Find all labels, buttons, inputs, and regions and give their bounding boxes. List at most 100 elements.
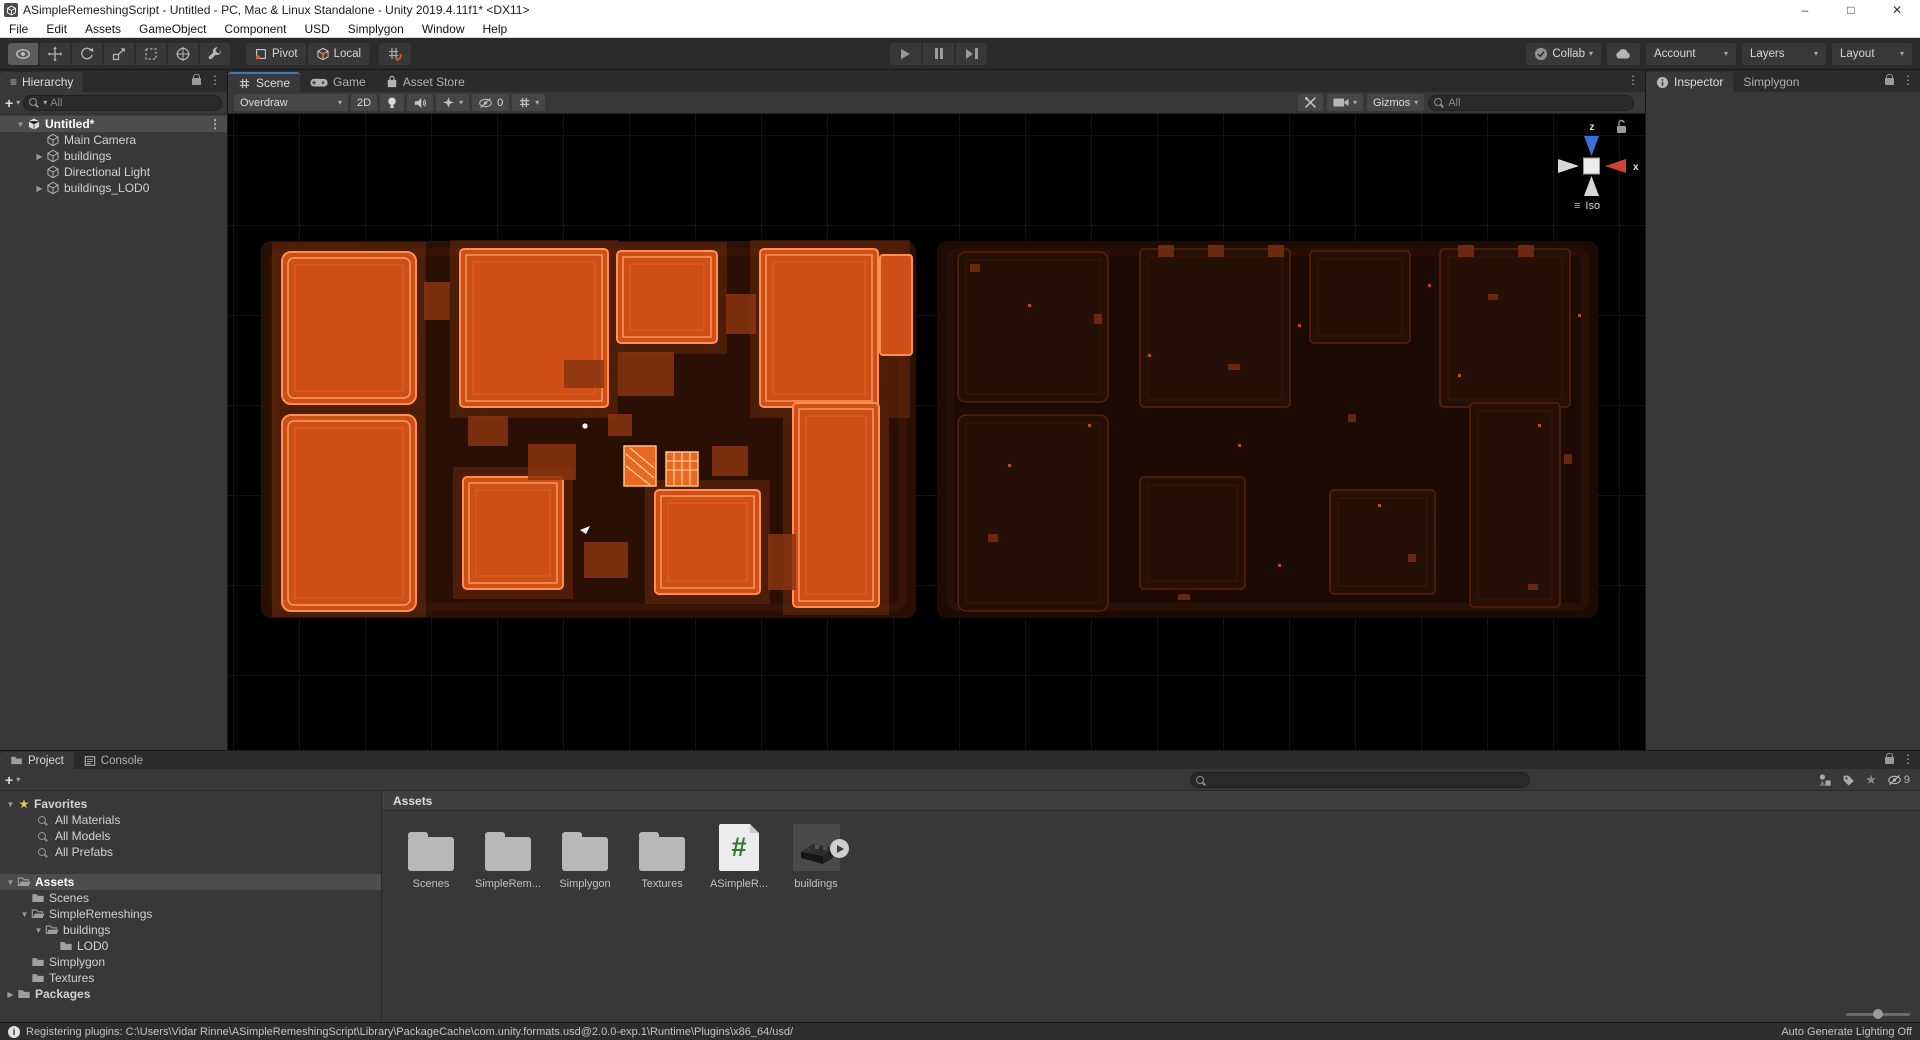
menu-assets[interactable]: Assets <box>76 22 130 36</box>
project-menu-icon[interactable]: ⋮ <box>1902 753 1914 765</box>
hierarchy-add-button[interactable]: + <box>5 96 13 110</box>
pivot-toggle-button[interactable]: Pivot <box>246 43 306 65</box>
tree-lod0[interactable]: LOD0 <box>0 938 381 954</box>
slider-thumb[interactable] <box>1873 1009 1883 1019</box>
asset-scenes-folder[interactable]: Scenes <box>395 824 467 890</box>
effects-dropdown[interactable]: ▾ <box>436 94 469 111</box>
tree-all-materials[interactable]: All Materials <box>0 812 381 828</box>
menu-edit[interactable]: Edit <box>37 22 76 36</box>
local-toggle-button[interactable]: Local <box>308 43 370 65</box>
tab-asset-store[interactable]: Asset Store <box>376 72 475 92</box>
hierarchy-search-input[interactable] <box>50 97 216 109</box>
tab-simplygon[interactable]: Simplygon <box>1733 72 1809 92</box>
inspector-lock-icon[interactable] <box>1885 78 1894 85</box>
asset-textures-folder[interactable]: Textures <box>626 824 698 890</box>
layout-dropdown[interactable]: Layout▾ <box>1832 43 1912 65</box>
scale-tool-button[interactable] <box>104 43 134 65</box>
scene-search-input[interactable] <box>1448 97 1628 109</box>
foldout-icon[interactable]: ▶ <box>33 152 46 161</box>
collab-dropdown[interactable]: Collab▾ <box>1526 43 1601 65</box>
scene-menu-icon[interactable]: ⋮ <box>1627 74 1639 86</box>
status-message[interactable]: Registering plugins: C:\Users\Vidar Rinn… <box>26 1026 793 1038</box>
play-button[interactable] <box>890 43 921 65</box>
pause-button[interactable] <box>923 43 954 65</box>
foldout-icon[interactable]: ▶ <box>4 990 17 999</box>
move-tool-button[interactable] <box>40 43 70 65</box>
auto-generate-lighting-status[interactable]: Auto Generate Lighting Off <box>1781 1026 1912 1038</box>
grid-snapping-button[interactable] <box>379 43 411 65</box>
menu-component[interactable]: Component <box>215 22 295 36</box>
tree-all-models[interactable]: All Models <box>0 828 381 844</box>
tree-buildings[interactable]: ▼ buildings <box>0 922 381 938</box>
grid-visibility-dropdown[interactable]: ▾ <box>512 94 545 111</box>
filter-by-type-icon[interactable] <box>1818 773 1832 787</box>
hierarchy-item-scene[interactable]: ▼ Untitled* ⋮ <box>0 116 227 132</box>
project-search-input[interactable] <box>1210 774 1524 786</box>
foldout-icon[interactable]: ▶ <box>33 184 46 193</box>
tab-hierarchy[interactable]: ≡Hierarchy <box>0 72 83 92</box>
tab-console[interactable]: Console <box>74 752 153 769</box>
menu-file[interactable]: File <box>0 22 37 36</box>
filter-by-label-icon[interactable] <box>1842 774 1855 787</box>
hidden-packages-button[interactable]: 9 <box>1887 774 1910 786</box>
project-add-button[interactable]: + <box>5 773 13 787</box>
hierarchy-lock-icon[interactable] <box>192 78 201 85</box>
hierarchy-item-main-camera[interactable]: Main Camera <box>0 132 227 148</box>
tree-simplygon[interactable]: Simplygon <box>0 954 381 970</box>
step-button[interactable] <box>956 43 987 65</box>
tree-packages[interactable]: ▶ Packages <box>0 986 381 1002</box>
asset-script-file[interactable]: # ASimpleR... <box>703 824 775 890</box>
foldout-icon[interactable]: ▼ <box>32 926 45 935</box>
thumbnail-size-slider[interactable] <box>1846 1013 1910 1016</box>
component-tools-button[interactable] <box>1298 94 1323 111</box>
foldout-icon[interactable]: ▼ <box>4 878 17 887</box>
audio-toggle-button[interactable] <box>407 94 433 111</box>
gizmo-center-cube[interactable] <box>1584 158 1600 174</box>
status-bar[interactable]: i Registering plugins: C:\Users\Vidar Ri… <box>0 1022 1920 1040</box>
draw-mode-dropdown[interactable]: Overdraw▾ <box>234 94 348 111</box>
rect-tool-button[interactable] <box>136 43 166 65</box>
asset-simplygon-folder[interactable]: Simplygon <box>549 824 621 890</box>
tab-game[interactable]: Game <box>300 72 376 92</box>
tab-inspector[interactable]: Inspector <box>1646 72 1733 92</box>
tree-scenes[interactable]: Scenes <box>0 890 381 906</box>
favorites-filter-icon[interactable]: ★ <box>1865 772 1877 788</box>
menu-usd[interactable]: USD <box>295 22 338 36</box>
foldout-icon[interactable]: ▼ <box>14 120 27 129</box>
hierarchy-add-arrow[interactable]: ▾ <box>16 98 20 107</box>
hierarchy-search-field[interactable]: ▾ <box>23 95 222 111</box>
hierarchy-item-buildings-lod0[interactable]: ▶ buildings_LOD0 <box>0 180 227 196</box>
projection-mode-toggle[interactable]: ≡ Iso <box>1574 200 1600 212</box>
asset-buildings-model[interactable]: buildings <box>780 824 852 890</box>
hierarchy-menu-icon[interactable]: ⋮ <box>209 74 221 86</box>
menu-simplygon[interactable]: Simplygon <box>339 22 413 36</box>
tree-assets[interactable]: ▼ Assets <box>0 874 381 890</box>
tree-all-prefabs[interactable]: All Prefabs <box>0 844 381 860</box>
search-filter-arrow[interactable]: ▾ <box>43 98 47 107</box>
2d-toggle-button[interactable]: 2D <box>351 94 377 111</box>
project-search-field[interactable] <box>1190 772 1530 788</box>
hidden-objects-button[interactable]: 0 <box>472 94 509 111</box>
tab-project[interactable]: Project <box>0 752 74 769</box>
tab-scene[interactable]: Scene <box>228 72 300 92</box>
asset-simpleremeshings-folder[interactable]: SimpleRem... <box>472 824 544 890</box>
scene-search-field[interactable] <box>1428 95 1634 111</box>
maximize-button[interactable]: □ <box>1828 0 1874 20</box>
scene-options-icon[interactable]: ⋮ <box>209 117 221 131</box>
project-lock-icon[interactable] <box>1885 757 1894 764</box>
view-tool-button[interactable] <box>8 43 38 65</box>
menu-window[interactable]: Window <box>413 22 474 36</box>
foldout-icon[interactable]: ▼ <box>18 910 31 919</box>
tree-simpleremeshings[interactable]: ▼ SimpleRemeshings <box>0 906 381 922</box>
expand-subassets-button[interactable] <box>830 839 849 858</box>
close-button[interactable]: ✕ <box>1874 0 1920 20</box>
tree-textures[interactable]: Textures <box>0 970 381 986</box>
tree-favorites[interactable]: ▼ ★ Favorites <box>0 796 381 812</box>
camera-settings-dropdown[interactable]: ▾ <box>1327 94 1363 111</box>
gizmos-dropdown[interactable]: Gizmos▾ <box>1367 94 1424 111</box>
hierarchy-item-buildings[interactable]: ▶ buildings <box>0 148 227 164</box>
hierarchy-item-directional-light[interactable]: Directional Light <box>0 164 227 180</box>
project-add-arrow[interactable]: ▾ <box>16 775 20 784</box>
minimize-button[interactable]: – <box>1782 0 1828 20</box>
scene-viewport[interactable]: z x ≡ Iso <box>228 114 1645 750</box>
